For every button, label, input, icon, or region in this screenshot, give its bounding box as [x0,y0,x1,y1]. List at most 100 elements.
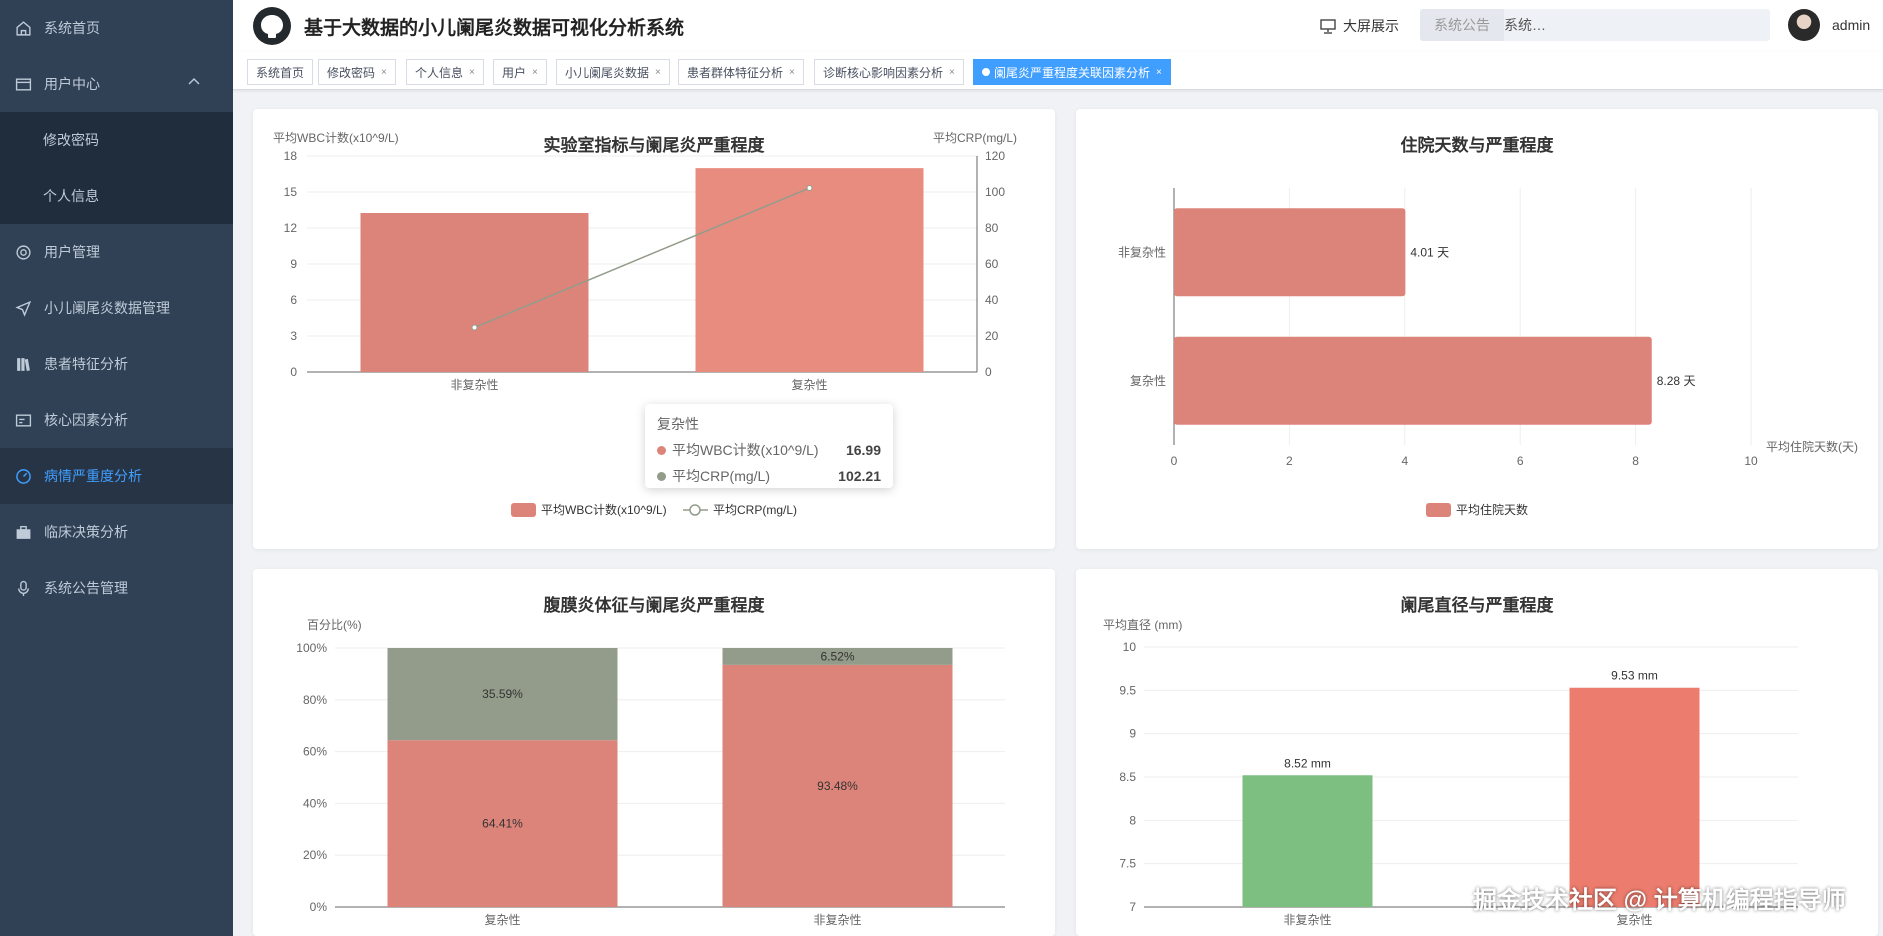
y-right-tick-label: 120 [985,149,1005,163]
tag-label: 小儿阑尾炎数据 [565,65,650,80]
notice-label: 系统公告 [1420,9,1504,41]
y-tick-label: 非复杂性 [1118,245,1166,259]
chart-panel-peritonitis: 腹膜炎体征与阑尾炎严重程度 百分比(%) 0% 20% 40% 60% 80% 100% 64… [253,569,1055,936]
close-icon[interactable]: × [381,67,387,78]
close-icon[interactable]: × [532,67,538,78]
tag-label: 修改密码 [327,65,376,80]
stay-chart[interactable]: 0 2 4 6 8 10 平均住院天数(天) 非复杂性 4.01 天复杂性 8.28 天平均住院天… [1076,109,1878,549]
sidebar-item-user-center[interactable]: 用户中心 [0,56,233,112]
card-icon [14,411,32,429]
sidebar-item-clinical-decision[interactable]: 临床决策分析 [0,504,233,560]
app-title: 基于大数据的小儿阑尾炎数据可视化分析系统 [304,17,685,39]
github-logo-icon [253,7,291,45]
y-axis-label: 平均直径 (mm) [1103,618,1182,632]
tag-home[interactable]: 系统首页 [247,59,314,85]
series-dot-icon [657,471,666,481]
y-axis-left-label: 平均WBC计数(x10^9/L) [273,130,399,145]
tag-data[interactable]: 小儿阑尾炎数据 × [556,59,670,85]
line-point [471,324,478,331]
tag-profile[interactable]: 个人信息 × [406,59,484,85]
top-header: 基于大数据的小儿阑尾炎数据可视化分析系统 大屏展示 系统公告 系统… admin [233,0,1883,52]
peritonitis-chart[interactable]: 百分比(%) 0% 20% 40% 60% 80% 100% 64.41% 35.59% 复杂性 9… [253,569,1055,936]
tooltip-value: 102.21 [838,468,881,484]
y-axis-right-label: 平均CRP(mg/L) [933,131,1017,145]
send-icon [14,299,32,317]
x-tick-label: 10 [1744,454,1758,468]
sidebar-item-core-factor[interactable]: 核心因素分析 [0,392,233,448]
tooltip-title: 复杂性 [657,416,699,432]
tooltip-row: 平均WBC计数(x10^9/L) 16.99 [657,440,881,460]
y-tick-label: 0% [310,900,328,914]
y-tick-label: 9.5 [1119,683,1136,697]
x-tick-label: 0 [1171,454,1178,468]
sidebar-item-home[interactable]: 系统首页 [0,0,233,56]
legend-label: 平均CRP(mg/L) [713,503,797,517]
y-tick-label: 20% [303,848,327,862]
bar [1242,775,1373,907]
tag-user[interactable]: 用户 × [493,59,547,85]
tag-change-password[interactable]: 修改密码 × [318,59,396,85]
close-icon[interactable]: × [789,67,795,78]
y-tick-label: 18 [284,149,298,163]
close-icon[interactable]: × [469,67,475,78]
sidebar-item-label: 用户管理 [44,244,100,260]
x-tick-label: 4 [1401,454,1408,468]
chart-panel-stay: 住院天数与严重程度 0 2 4 6 8 10 平均住院天数(天) 非复杂性 4.01 天复杂性 8… [1076,109,1878,549]
y-right-tick-label: 0 [985,365,992,379]
sidebar: 系统首页 用户中心 修改密码 个人信息 用户管理 小儿阑尾炎数据管理 患者特征分… [0,0,233,936]
active-dot-icon [982,68,990,76]
x-axis-label: 平均住院天数(天) [1766,439,1858,454]
user-name[interactable]: admin [1832,17,1870,33]
tag-patient-analysis[interactable]: 患者群体特征分析 × [678,59,804,85]
x-tick-label: 复杂性 [1616,913,1652,927]
sidebar-item-label: 核心因素分析 [44,412,128,428]
close-icon[interactable]: × [1156,67,1162,78]
notice-ticker[interactable]: 系统公告 系统… [1420,9,1770,41]
x-tick-label: 复杂性 [484,913,520,927]
lifebuoy-icon [14,243,32,261]
sidebar-item-severity-analysis[interactable]: 病情严重度分析 [0,448,233,504]
y-tick-label: 8 [1129,813,1136,827]
sidebar-item-label: 患者特征分析 [44,356,128,372]
tag-core-factor[interactable]: 诊断核心影响因素分析 × [814,59,964,85]
bar [695,168,924,372]
y-right-tick-label: 100 [985,185,1005,199]
close-icon[interactable]: × [655,67,661,78]
sidebar-item-profile[interactable]: 个人信息 [0,168,233,224]
sidebar-item-label: 临床决策分析 [44,524,128,540]
data-label: 6.52% [820,649,854,663]
sidebar-item-label: 小儿阑尾炎数据管理 [44,300,170,316]
data-label: 9.53 mm [1611,669,1658,683]
books-icon [14,355,32,373]
sidebar-item-patient-analysis[interactable]: 患者特征分析 [0,336,233,392]
x-tick-label: 2 [1286,454,1293,468]
sidebar-item-label: 个人信息 [43,188,99,204]
data-label: 8.28 天 [1657,374,1696,388]
tag-severity-analysis[interactable]: 阑尾炎严重程度关联因素分析 × [973,59,1171,85]
tag-label: 系统首页 [256,65,305,80]
legend-swatch-bar [1426,503,1451,517]
y-tick-label: 9 [290,257,297,271]
y-right-tick-label: 40 [985,293,999,307]
y-tick-label: 7.5 [1119,857,1136,871]
tag-label: 诊断核心影响因素分析 [823,65,944,80]
big-screen-button[interactable]: 大屏展示 [1319,16,1399,36]
home-icon [14,19,32,37]
y-right-tick-label: 20 [985,329,999,343]
sidebar-item-data-management[interactable]: 小儿阑尾炎数据管理 [0,280,233,336]
x-tick-label: 复杂性 [791,378,827,392]
y-tick-label: 8.5 [1119,770,1136,784]
y-tick-label: 7 [1129,900,1136,914]
sidebar-item-user-management[interactable]: 用户管理 [0,224,233,280]
legend-label: 平均WBC计数(x10^9/L) [541,502,667,517]
y-tick-label: 6 [290,293,297,307]
close-icon[interactable]: × [949,67,955,78]
x-tick-label: 非复杂性 [450,378,498,392]
sidebar-item-notice-management[interactable]: 系统公告管理 [0,560,233,616]
avatar[interactable] [1788,9,1820,41]
legend-swatch-bar [511,503,536,517]
tag-label: 个人信息 [415,65,464,80]
sidebar-item-change-password[interactable]: 修改密码 [0,112,233,168]
y-tick-label: 复杂性 [1130,374,1166,388]
tag-label: 阑尾炎严重程度关联因素分析 [994,65,1151,80]
